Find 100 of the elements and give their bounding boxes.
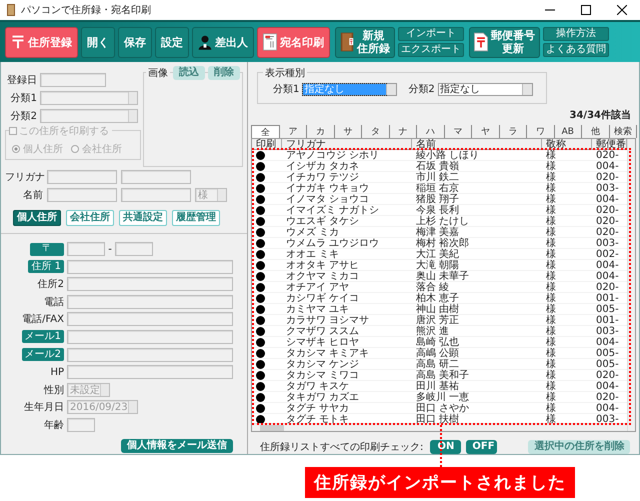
image-label: 画像 [146, 66, 170, 80]
dropdown[interactable]: 2016/09/23 [67, 400, 138, 414]
category-dropdown[interactable]: 指定なし [302, 82, 398, 96]
table-cell-text: 様 [545, 403, 557, 414]
furigana-field[interactable] [121, 170, 191, 184]
toolbar-button[interactable]: 操作方法 [543, 27, 609, 41]
category-dropdown[interactable]: 指定なし [438, 82, 533, 96]
field-label: 分類2 [10, 110, 37, 123]
text-field[interactable] [67, 330, 233, 344]
column-header[interactable]: フリガナ [282, 139, 412, 150]
tab[interactable]: 個人住所 [13, 210, 61, 226]
table-cell-text: 004- [595, 194, 620, 205]
toggle-button[interactable]: ON [430, 440, 462, 454]
table-cell-text: イマイズミ ナガトシ [285, 205, 380, 216]
table-cell-text: 稲垣 右京 [415, 183, 460, 194]
dropdown[interactable]: 未設定 [67, 382, 110, 397]
text-field[interactable] [67, 277, 233, 292]
tab[interactable]: 共通設定 [119, 210, 167, 226]
table-cell-text: 奥山 未華子 [415, 271, 470, 282]
date-field[interactable] [40, 73, 106, 87]
table-cell-text: 田口 さやか [415, 403, 470, 414]
field-label: 分類1 [273, 82, 300, 96]
address-card-icon [263, 31, 277, 53]
table-cell-text: 多岐川 一恵 [415, 392, 470, 403]
table-cell-text: 020- [595, 172, 620, 183]
table-cell-text: 神山 由樹 [415, 304, 460, 315]
field-label: 電話 [44, 296, 64, 309]
field-label: HP [50, 366, 64, 378]
bulk-print-label: 住所録リストすべての印刷チェック: [260, 440, 424, 454]
table-cell-text: 様 [545, 161, 557, 172]
text-field[interactable] [67, 348, 233, 362]
table-cell-text: 004- [595, 381, 620, 392]
table-cell-text: オオタキ アサヒ [285, 260, 360, 271]
table-cell-text: ウメムラ ユウジロウ [285, 238, 380, 249]
toolbar-button[interactable]: 開く [81, 26, 115, 58]
index-tab[interactable]: 全 [251, 125, 280, 138]
table-cell-text: 落合 綾 [415, 282, 450, 293]
category-dropdown[interactable] [40, 109, 138, 123]
table-cell-text: 様 [545, 183, 557, 194]
table-cell-text: 020- [595, 370, 620, 381]
field-button[interactable]: 住所 1 [28, 260, 64, 274]
tab[interactable]: 履歴管理 [172, 210, 220, 226]
text-field[interactable] [67, 260, 233, 274]
table-cell-text: 石坂 貴嶺 [415, 161, 460, 172]
text-field[interactable] [67, 365, 233, 380]
table-cell-text: 猪股 翔子 [415, 194, 460, 205]
text-field[interactable] [67, 294, 233, 309]
table-cell-text: 上杉 たけし [415, 216, 470, 227]
table-cell-text: 田川 基祐 [415, 381, 460, 392]
table-cell-text: 001- [595, 315, 620, 326]
radio-label: 会社住所 [82, 142, 122, 156]
table-cell-text: 島崎 弘也 [415, 337, 460, 348]
field-button[interactable]: 〒 [30, 242, 64, 256]
table-cell-text: 004- [595, 337, 620, 348]
field-label: 分類2 [408, 82, 435, 96]
toolbar-button[interactable]: 保存 [118, 26, 152, 58]
toggle-button[interactable]: OFF [466, 440, 498, 454]
toolbar-button[interactable]: 宛名印刷 [257, 26, 330, 58]
column-header[interactable]: 敬称 [542, 139, 592, 150]
table-cell-text: 様 [545, 194, 557, 205]
honorific-dropdown[interactable]: 様 [195, 188, 227, 202]
tab[interactable]: 会社住所 [66, 210, 114, 226]
column-header[interactable]: 名前 [412, 139, 542, 150]
name-field[interactable] [47, 188, 117, 202]
toolbar-button[interactable]: 設定 [155, 26, 189, 58]
table-cell-text: 020- [595, 216, 620, 227]
toolbar-button[interactable]: 差出人 [192, 26, 254, 58]
table-cell-text: クマザワ ススム [285, 326, 360, 337]
table-cell-text: 様 [545, 238, 557, 249]
table-cell-text: 004- [595, 403, 620, 414]
field-button[interactable]: メール2 [22, 348, 64, 362]
field-button[interactable]: メール1 [22, 330, 64, 344]
toolbar-button[interactable]: よくある質問 [543, 43, 609, 57]
toolbar-button[interactable]: エクスポート [398, 43, 464, 57]
column-header[interactable]: 印刷 [252, 139, 282, 150]
toolbar-button[interactable]: インポート [398, 27, 464, 41]
table-cell-text: 様 [545, 348, 557, 359]
send-mail-button[interactable]: 個人情報をメール送信 [121, 438, 233, 453]
table-cell-text: イナガキ ウキョウ [285, 183, 370, 194]
table-cell-text: 様 [545, 359, 557, 370]
text-field[interactable] [67, 312, 233, 326]
field-label: フリガナ [5, 171, 43, 184]
table-cell-text: アヤノコウジ シホリ [285, 150, 380, 161]
table-cell-text: 様 [545, 227, 557, 238]
postal-code-field[interactable] [115, 242, 153, 256]
name-field[interactable] [121, 188, 191, 202]
furigana-field[interactable] [47, 170, 117, 184]
table-cell-text: 様 [545, 282, 557, 293]
table-cell-text: 高島 美和子 [415, 370, 470, 381]
postal-code-field[interactable] [67, 242, 105, 256]
table-cell-text: オチアイ アヤ [285, 282, 350, 293]
table-cell-text: 005- [595, 348, 620, 359]
filter-label: 表示種別 [263, 66, 307, 80]
toolbar-button[interactable]: 郵便番号 更新 [469, 26, 540, 58]
table-cell-text: 様 [545, 293, 557, 304]
age-field[interactable] [67, 418, 95, 432]
toolbar-button[interactable]: 住所登録 [5, 26, 78, 58]
category-dropdown[interactable] [40, 91, 138, 105]
toolbar-button[interactable]: 新規 住所録 [335, 26, 395, 58]
table-cell-text: 020- [595, 205, 620, 216]
